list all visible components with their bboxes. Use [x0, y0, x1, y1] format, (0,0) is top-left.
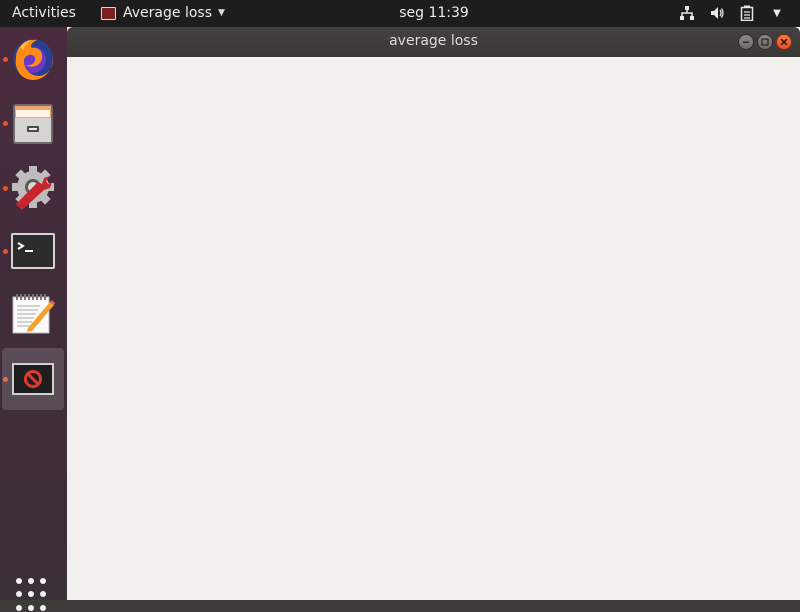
dot: [16, 591, 22, 598]
settings-gear-wrench-icon: [12, 166, 54, 210]
dot: [16, 604, 22, 611]
terminal-icon: [11, 233, 55, 269]
window-titlebar[interactable]: average loss: [67, 27, 800, 57]
show-applications-button[interactable]: [16, 578, 50, 612]
dock-item-text-editor[interactable]: [2, 283, 64, 345]
dock-item-average-loss[interactable]: [2, 348, 64, 410]
maximize-icon: [761, 38, 769, 46]
dot: [40, 578, 46, 584]
dock-item-settings[interactable]: [2, 156, 64, 218]
battery-icon[interactable]: [738, 4, 756, 22]
top-bar: Activities Average loss ▼ seg 11:39 ▼: [0, 0, 800, 27]
close-button[interactable]: [776, 34, 792, 50]
system-tray[interactable]: ▼: [678, 4, 786, 22]
dot: [28, 604, 34, 611]
dot: [40, 591, 46, 598]
no-icon-placeholder-icon: [12, 363, 54, 395]
system-menu-caret-icon[interactable]: ▼: [768, 4, 786, 22]
text-editor-icon: [12, 294, 55, 334]
dock-item-terminal[interactable]: [2, 221, 64, 283]
dock-item-firefox[interactable]: [2, 28, 64, 90]
minimize-button[interactable]: [738, 34, 754, 50]
window-content-area: [67, 57, 800, 600]
volume-icon[interactable]: [708, 4, 726, 22]
window-title: average loss: [389, 33, 478, 49]
close-icon: [780, 38, 788, 46]
file-cabinet-icon: [13, 104, 53, 144]
dock-item-files[interactable]: [2, 92, 64, 154]
app-window: average loss: [67, 27, 800, 600]
dock: [0, 27, 67, 611]
dot: [28, 591, 34, 598]
dot: [40, 604, 46, 611]
minimize-icon: [743, 41, 749, 43]
firefox-icon: [13, 39, 53, 80]
dot: [28, 578, 34, 584]
network-icon[interactable]: [678, 4, 696, 22]
dot: [16, 578, 22, 584]
maximize-button[interactable]: [757, 34, 773, 50]
